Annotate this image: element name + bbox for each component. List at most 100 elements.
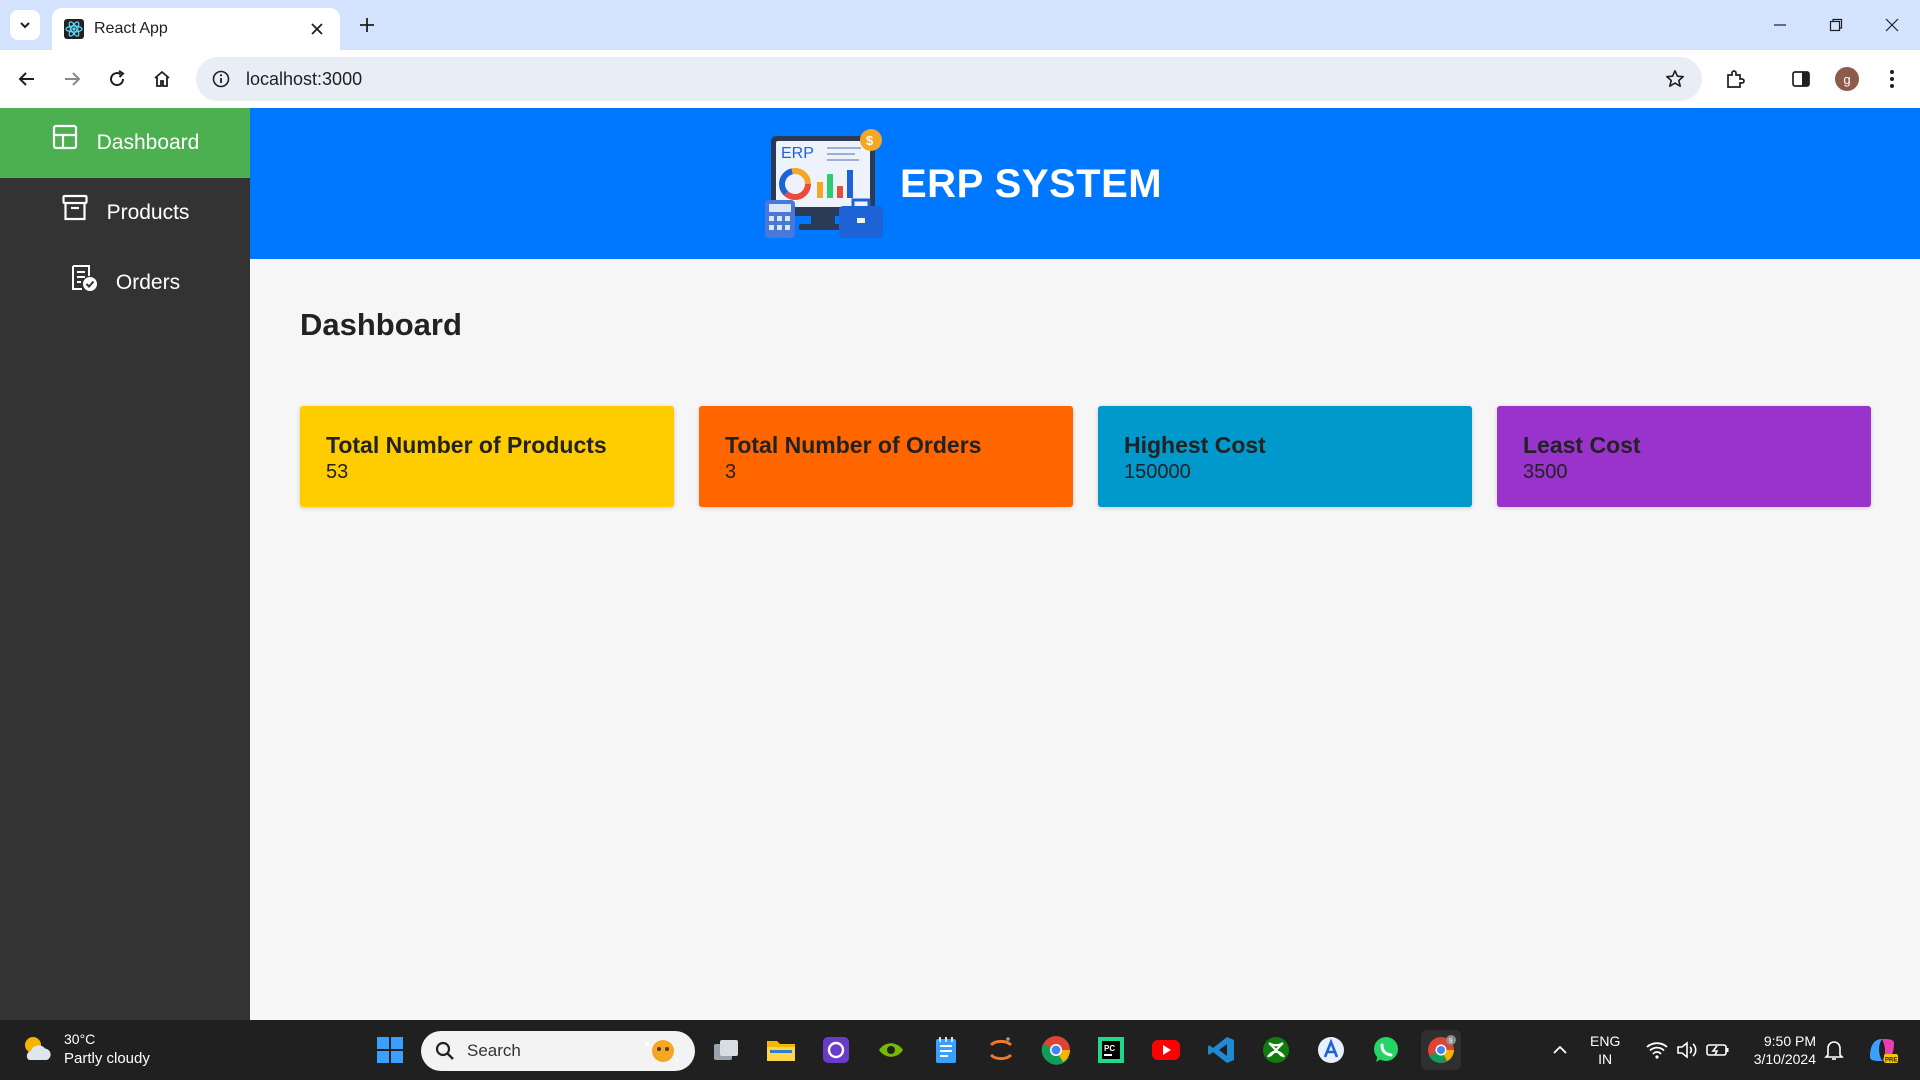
address-bar[interactable]: localhost:3000 [196, 57, 1702, 101]
restore-button[interactable] [1808, 0, 1864, 50]
layout-icon [51, 124, 79, 152]
stat-card-total-products: Total Number of Products 53 [300, 406, 674, 507]
jupyter-button[interactable] [981, 1030, 1021, 1070]
browser-menu-button[interactable] [1874, 61, 1910, 97]
notifications-button[interactable] [1816, 1030, 1852, 1070]
main-content: Dashboard Total Number of Products 53 To… [250, 259, 1920, 1020]
forward-button[interactable] [54, 61, 90, 97]
task-view-button[interactable] [706, 1030, 746, 1070]
minimize-button[interactable] [1752, 0, 1808, 50]
svg-text:9: 9 [1449, 1038, 1453, 1045]
close-icon [311, 23, 323, 35]
site-info-button[interactable] [210, 68, 232, 90]
purple-app-icon [823, 1037, 849, 1063]
side-panel-icon [1792, 71, 1810, 87]
minimize-icon [1774, 24, 1786, 26]
close-tab-button[interactable] [306, 18, 328, 40]
app-button-blue-a[interactable] [1311, 1030, 1351, 1070]
file-explorer-button[interactable] [761, 1030, 801, 1070]
sidebar-item-orders[interactable]: Orders [0, 248, 250, 318]
tab-search-button[interactable] [10, 10, 40, 40]
clock[interactable]: 9:50 PM 3/10/2024 [1738, 1032, 1816, 1068]
svg-text:PC: PC [1104, 1044, 1115, 1053]
youtube-icon [1152, 1040, 1180, 1060]
chrome-button[interactable] [1036, 1030, 1076, 1070]
weather-temperature: 30°C [64, 1031, 96, 1047]
arrow-left-icon [18, 72, 34, 86]
new-tab-button[interactable] [352, 10, 382, 40]
nvidia-button[interactable] [871, 1030, 911, 1070]
card-value: 150000 [1124, 461, 1191, 483]
app-title: ERP SYSTEM [900, 162, 1163, 206]
clock-time: 9:50 PM [1763, 1033, 1816, 1049]
card-label: Total Number of Orders [725, 432, 982, 458]
chrome-profile-button[interactable]: 9 [1421, 1030, 1461, 1070]
card-value: 53 [326, 461, 349, 483]
vscode-button[interactable] [1201, 1030, 1241, 1070]
xbox-icon [1263, 1037, 1289, 1063]
page-title: Dashboard [300, 307, 462, 342]
a-app-icon [1318, 1037, 1344, 1063]
xbox-button[interactable] [1256, 1030, 1296, 1070]
side-panel-button[interactable] [1783, 61, 1819, 97]
back-button[interactable] [9, 61, 45, 97]
bookmark-button[interactable] [1662, 66, 1688, 92]
card-value: 3500 [1523, 461, 1568, 483]
puzzle-icon [1727, 70, 1745, 88]
react-icon [64, 19, 84, 39]
language-indicator[interactable]: ENG IN [1590, 1032, 1620, 1068]
start-button[interactable] [370, 1030, 410, 1070]
extensions-button[interactable] [1717, 61, 1753, 97]
pycharm-button[interactable]: PC [1091, 1030, 1131, 1070]
sidebar-item-dashboard[interactable]: Dashboard [0, 108, 250, 178]
whatsapp-button[interactable] [1366, 1030, 1406, 1070]
svg-text:$: $ [866, 133, 874, 148]
orders-checklist-icon [70, 264, 98, 292]
avatar: g [1835, 67, 1859, 91]
volume-icon [1677, 1041, 1697, 1059]
wifi-icon [1646, 1042, 1668, 1059]
stat-card-least-cost: Least Cost 3500 [1497, 406, 1871, 507]
youtube-button[interactable] [1146, 1030, 1186, 1070]
sidebar-item-label: Orders [115, 271, 181, 294]
weather-widget[interactable]: 30°C Partly cloudy [20, 1030, 150, 1068]
close-window-button[interactable] [1864, 0, 1920, 50]
clock-date: 3/10/2024 [1753, 1051, 1816, 1067]
sidebar-item-label: Dashboard [96, 131, 200, 154]
app-button-purple[interactable] [816, 1030, 856, 1070]
chrome-icon [1041, 1036, 1070, 1065]
partly-cloudy-icon [25, 1037, 51, 1060]
chevron-up-icon [1553, 1045, 1567, 1054]
url-text[interactable]: localhost:3000 [246, 69, 1662, 90]
windows-start-icon [377, 1037, 403, 1063]
show-hidden-icons-button[interactable] [1540, 1030, 1580, 1070]
info-icon [212, 70, 230, 88]
home-icon [154, 70, 170, 87]
taskbar: 30°C Partly cloudy Search PC 9 ENG IN 9:… [0, 1020, 1920, 1080]
chrome-icon: 9 [1428, 1035, 1456, 1063]
home-button[interactable] [144, 61, 180, 97]
star-icon [1666, 70, 1684, 87]
jupyter-icon [989, 1037, 1013, 1061]
sidebar: Dashboard Products Orders [0, 108, 250, 1020]
weather-description: Partly cloudy [64, 1050, 150, 1067]
quick-settings-button[interactable] [1638, 1030, 1738, 1070]
erp-logo: ERP $ [765, 129, 883, 238]
region-code: IN [1598, 1051, 1613, 1067]
browser-tab[interactable]: React App [52, 8, 340, 50]
copilot-button[interactable]: PRE [1860, 1030, 1904, 1070]
profile-button[interactable]: g [1829, 61, 1865, 97]
sidebar-item-products[interactable]: Products [0, 178, 250, 248]
notepad-button[interactable] [926, 1030, 966, 1070]
notification-bell-icon [1824, 1041, 1844, 1060]
search-icon [435, 1041, 454, 1060]
reload-button[interactable] [99, 61, 135, 97]
taskbar-search[interactable]: Search [421, 1031, 695, 1071]
svg-text:PRE: PRE [1885, 1058, 1897, 1064]
copilot-icon: PRE [1870, 1039, 1898, 1064]
reload-icon [110, 70, 125, 87]
restore-icon [1829, 18, 1843, 32]
stat-card-highest-cost: Highest Cost 150000 [1098, 406, 1472, 507]
browser-tab-strip: React App [0, 0, 1920, 50]
archive-icon [61, 194, 89, 222]
